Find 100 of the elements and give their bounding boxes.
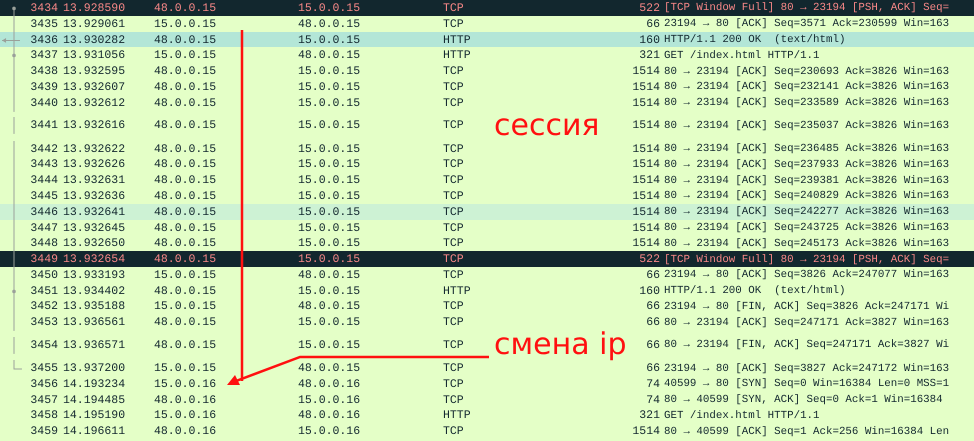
packet-info: 23194 → 80 [ACK] Seq=3827 Ack=247172 Win=163: [664, 362, 950, 375]
packet-row[interactable]: 3449 13.932654 48.0.0.15 15.0.0.15 TCP 522 [TCP Window Full] 80 → 23194 [PSH, ACK] Seq=: [0, 251, 974, 267]
protocol-name: TCP: [443, 80, 464, 94]
destination-address: 48.0.0.16: [298, 409, 360, 422]
packet-time: 13.932650: [63, 237, 126, 250]
packet-time: 14.196611: [63, 425, 126, 438]
destination-address: 48.0.0.15: [298, 300, 360, 314]
packet-number: 3443: [30, 158, 58, 172]
packet-row[interactable]: 3447 13.932645 48.0.0.15 15.0.0.15 TCP 1514 80 → 23194 [ACK] Seq=243725 Ack=3826 Win=163: [0, 220, 974, 236]
packet-row[interactable]: 3454 13.936571 48.0.0.15 15.0.0.15 TCP смена ip 66 80 → 23194 [FIN, ACK] Seq=247171 Ack=3827 Wi: [0, 330, 974, 360]
packet-info: 80 → 23194 [ACK] Seq=247171 Ack=3827 Win=163: [664, 316, 950, 329]
packet-row[interactable]: 3451 13.934402 48.0.0.15 15.0.0.15 HTTP 160 HTTP/1.1 200 OK (text/html): [0, 282, 974, 299]
packet-row[interactable]: 3437 13.931056 15.0.0.15 48.0.0.15 HTTP 321 GET /index.html HTTP/1.1: [0, 47, 974, 64]
packet-number: 3442: [30, 142, 58, 156]
packet-row[interactable]: 3440 13.932612 48.0.0.15 15.0.0.15 TCP 1514 80 → 23194 [ACK] Seq=233589 Ack=3826 Win=163: [0, 94, 974, 111]
source-address: 48.0.0.15: [154, 284, 216, 298]
packet-row[interactable]: 3435 13.929061 15.0.0.15 48.0.0.15 TCP 66 23194 → 80 [ACK] Seq=3571 Ack=230599 Win=163: [0, 16, 974, 32]
packet-number: 3448: [30, 237, 58, 250]
packet-length: 160: [639, 284, 660, 298]
source-address: 15.0.0.15: [154, 300, 216, 314]
source-address: 15.0.0.16: [154, 409, 216, 422]
destination-address: 15.0.0.15: [298, 253, 360, 266]
packet-length: 66: [646, 316, 660, 330]
packet-time: 13.932607: [63, 80, 126, 94]
protocol-name: TCP: [443, 300, 464, 314]
packet-time: 13.933193: [63, 268, 126, 282]
packet-row[interactable]: 3453 13.936561 48.0.0.15 15.0.0.15 TCP 66 80 → 23194 [ACK] Seq=247171 Ack=3827 Win=163: [0, 314, 974, 330]
packet-number: 3439: [30, 80, 58, 94]
packet-time: 14.195190: [63, 409, 126, 422]
packet-row[interactable]: 3458 14.195190 15.0.0.16 48.0.0.16 HTTP 321 GET /index.html HTTP/1.1: [0, 408, 974, 424]
packet-time: 14.193234: [63, 378, 126, 391]
protocol-name: TCP: [443, 96, 464, 110]
packet-row[interactable]: 3452 13.935188 15.0.0.15 48.0.0.15 TCP 66 23194 → 80 [FIN, ACK] Seq=3826 Ack=247171 Wi: [0, 298, 974, 314]
packet-number: 3440: [30, 96, 58, 110]
packet-row[interactable]: 3444 13.932631 48.0.0.15 15.0.0.15 TCP 1514 80 → 23194 [ACK] Seq=239381 Ack=3826 Win=163: [0, 172, 974, 188]
packet-row[interactable]: 3434 13.928590 48.0.0.15 15.0.0.15 TCP 522 [TCP Window Full] 80 → 23194 [PSH, ACK] Seq=: [0, 0, 974, 16]
packet-row[interactable]: 3438 13.932595 48.0.0.15 15.0.0.15 TCP 1514 80 → 23194 [ACK] Seq=230693 Ack=3826 Win=163: [0, 63, 974, 79]
packet-time: 13.936571: [63, 338, 126, 352]
packet-number: 3444: [30, 174, 58, 188]
packet-info: HTTP/1.1 200 OK (text/html): [664, 285, 846, 298]
packet-row[interactable]: 3448 13.932650 48.0.0.15 15.0.0.15 TCP 1514 80 → 23194 [ACK] Seq=245173 Ack=3826 Win=163: [0, 235, 974, 252]
packet-time: 13.932626: [63, 158, 126, 172]
packet-time: 13.932654: [63, 253, 126, 266]
packet-row[interactable]: 3445 13.932636 48.0.0.15 15.0.0.15 TCP 1514 80 → 23194 [ACK] Seq=240829 Ack=3826 Win=163: [0, 188, 974, 204]
source-address: 15.0.0.15: [154, 268, 216, 282]
packet-length: 1514: [632, 174, 660, 188]
packet-length: 160: [639, 34, 660, 47]
packet-info: 80 → 23194 [ACK] Seq=237933 Ack=3826 Win=163: [664, 158, 950, 171]
packet-time: 13.932622: [63, 142, 126, 156]
packet-time: 13.932636: [63, 190, 126, 203]
response-arrow-icon: [2, 32, 20, 48]
packet-row[interactable]: 3455 13.937200 15.0.0.15 48.0.0.15 TCP 66 23194 → 80 [ACK] Seq=3827 Ack=247172 Win=163: [0, 360, 974, 376]
protocol-name: TCP: [443, 378, 464, 391]
packet-length: 1514: [632, 65, 660, 78]
packet-number: 3456: [30, 378, 58, 391]
protocol-name: TCP: [443, 237, 464, 250]
packet-time: 13.930282: [63, 34, 126, 47]
protocol-name: TCP: [443, 316, 464, 330]
packet-row[interactable]: 3439 13.932607 48.0.0.15 15.0.0.15 TCP 1514 80 → 23194 [ACK] Seq=232141 Ack=3826 Win=163: [0, 78, 974, 95]
packet-number: 3450: [30, 268, 58, 282]
packet-time: 13.929061: [63, 18, 126, 31]
packet-row[interactable]: 3459 14.196611 48.0.0.16 15.0.0.16 TCP 1514 80 → 40599 [ACK] Seq=1 Ack=256 Win=16384 Len: [0, 423, 974, 440]
related-packet-line: [14, 360, 22, 370]
packet-length: 1514: [632, 158, 660, 172]
packet-length: 522: [639, 2, 660, 15]
packet-row[interactable]: 3450 13.933193 15.0.0.15 48.0.0.15 TCP 66 23194 → 80 [ACK] Seq=3826 Ack=247077 Win=163: [0, 266, 974, 283]
packet-length: 1514: [632, 190, 660, 203]
source-address: 48.0.0.16: [154, 425, 216, 438]
destination-address: 48.0.0.15: [298, 18, 360, 31]
protocol-name: TCP: [443, 18, 464, 31]
packet-row[interactable]: 3456 14.193234 15.0.0.16 48.0.0.16 TCP 74 40599 → 80 [SYN] Seq=0 Win=16384 Len=0 MSS=1: [0, 376, 974, 392]
packet-length: 1514: [632, 206, 660, 219]
destination-address: 48.0.0.16: [298, 378, 360, 391]
packet-number: 3455: [30, 362, 58, 376]
annotation-text: сессия: [494, 110, 600, 141]
packet-time: 13.932612: [63, 96, 126, 110]
packet-row[interactable]: 3442 13.932622 48.0.0.15 15.0.0.15 TCP 1514 80 → 23194 [ACK] Seq=236485 Ack=3826 Win=163: [0, 140, 974, 156]
packet-length: 1514: [632, 96, 660, 110]
packet-length: 1514: [632, 80, 660, 94]
source-address: 48.0.0.15: [154, 158, 216, 172]
packet-row[interactable]: 3457 14.194485 48.0.0.16 15.0.0.16 TCP 74 80 → 40599 [SYN, ACK] Seq=0 Ack=1 Win=16384: [0, 392, 974, 408]
packet-number: 3454: [30, 338, 58, 352]
protocol-name: TCP: [443, 425, 464, 438]
packet-number: 3434: [30, 2, 58, 15]
packet-info: 40599 → 80 [SYN] Seq=0 Win=16384 Len=0 MSS=1: [664, 378, 950, 390]
packet-number: 3458: [30, 409, 58, 422]
packet-number: 3453: [30, 316, 58, 330]
packet-info: 23194 → 80 [ACK] Seq=3571 Ack=230599 Win=163: [664, 18, 950, 30]
packet-length: 1514: [632, 142, 660, 156]
packet-time: 13.934402: [63, 284, 126, 298]
packet-row[interactable]: 3443 13.932626 48.0.0.15 15.0.0.15 TCP 1514 80 → 23194 [ACK] Seq=237933 Ack=3826 Win=163: [0, 156, 974, 172]
packet-info: GET /index.html HTTP/1.1: [664, 410, 820, 422]
destination-address: 15.0.0.15: [298, 206, 360, 219]
packet-row[interactable]: 3441 13.932616 48.0.0.15 15.0.0.15 TCP сессия 1514 80 → 23194 [ACK] Seq=235037 Ack=3826 Win=163: [0, 110, 974, 141]
packet-row[interactable]: 3446 13.932641 48.0.0.15 15.0.0.15 TCP 1514 80 → 23194 [ACK] Seq=242277 Ack=3826 Win=163: [0, 204, 974, 220]
packet-time: 13.928590: [63, 2, 126, 15]
packet-info: 80 → 40599 [ACK] Seq=1 Ack=256 Win=16384 Len: [664, 426, 950, 438]
packet-length: 74: [646, 394, 660, 407]
destination-address: 48.0.0.15: [298, 268, 360, 282]
packet-row[interactable]: 3436 13.930282 48.0.0.15 15.0.0.15 HTTP 160 HTTP/1.1 200 OK (text/html): [0, 32, 974, 48]
